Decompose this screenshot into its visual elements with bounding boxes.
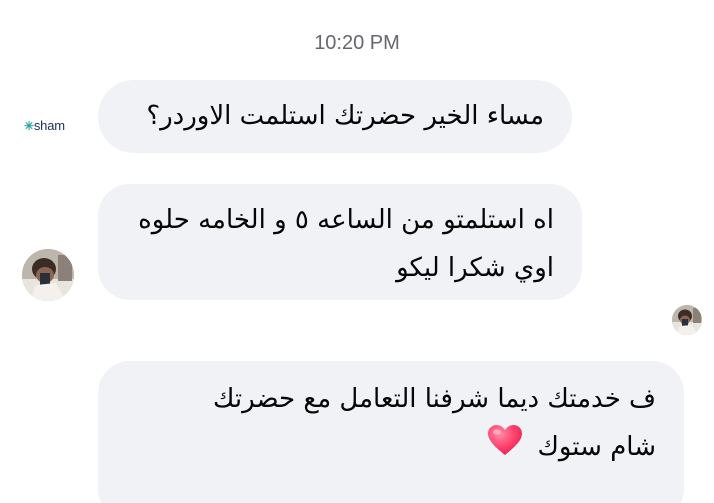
logo-text: sham — [33, 118, 65, 133]
avatar-photo-icon — [22, 249, 74, 301]
chat-thread: 10:20 PM ✳sham مساء الخير حضرتك استلمت ا… — [0, 0, 714, 503]
avatar-photo-icon — [672, 305, 702, 335]
red-heart-icon — [487, 424, 523, 472]
page-logo: ✳sham — [24, 118, 65, 133]
message-bubble-outgoing[interactable]: اه استلمتو من الساعه ٥ و الخامه حلوه اوي… — [98, 184, 582, 300]
message-text-line-1: اه استلمتو من الساعه ٥ و الخامه حلوه — [138, 205, 554, 235]
message-bubble-incoming[interactable]: مساء الخير حضرتك استلمت الاوردر؟ — [98, 80, 572, 153]
message-text: مساء الخير حضرتك استلمت الاوردر؟ — [146, 101, 544, 131]
seen-receipt-avatar — [672, 305, 702, 335]
logo-mark-icon: ✳ — [24, 119, 34, 133]
message-text-line-2: شام ستوك — [126, 423, 656, 472]
message-text-line-2: اوي شكرا ليكو — [396, 253, 554, 283]
message-timestamp: 10:20 PM — [314, 32, 400, 54]
message-text: شام ستوك — [537, 432, 656, 462]
sender-avatar[interactable] — [22, 249, 74, 301]
message-bubble-incoming[interactable]: ف خدمتك ديما شرفنا التعامل مع حضرتك شام … — [98, 361, 684, 503]
message-text-line-1: ف خدمتك ديما شرفنا التعامل مع حضرتك — [213, 384, 656, 414]
